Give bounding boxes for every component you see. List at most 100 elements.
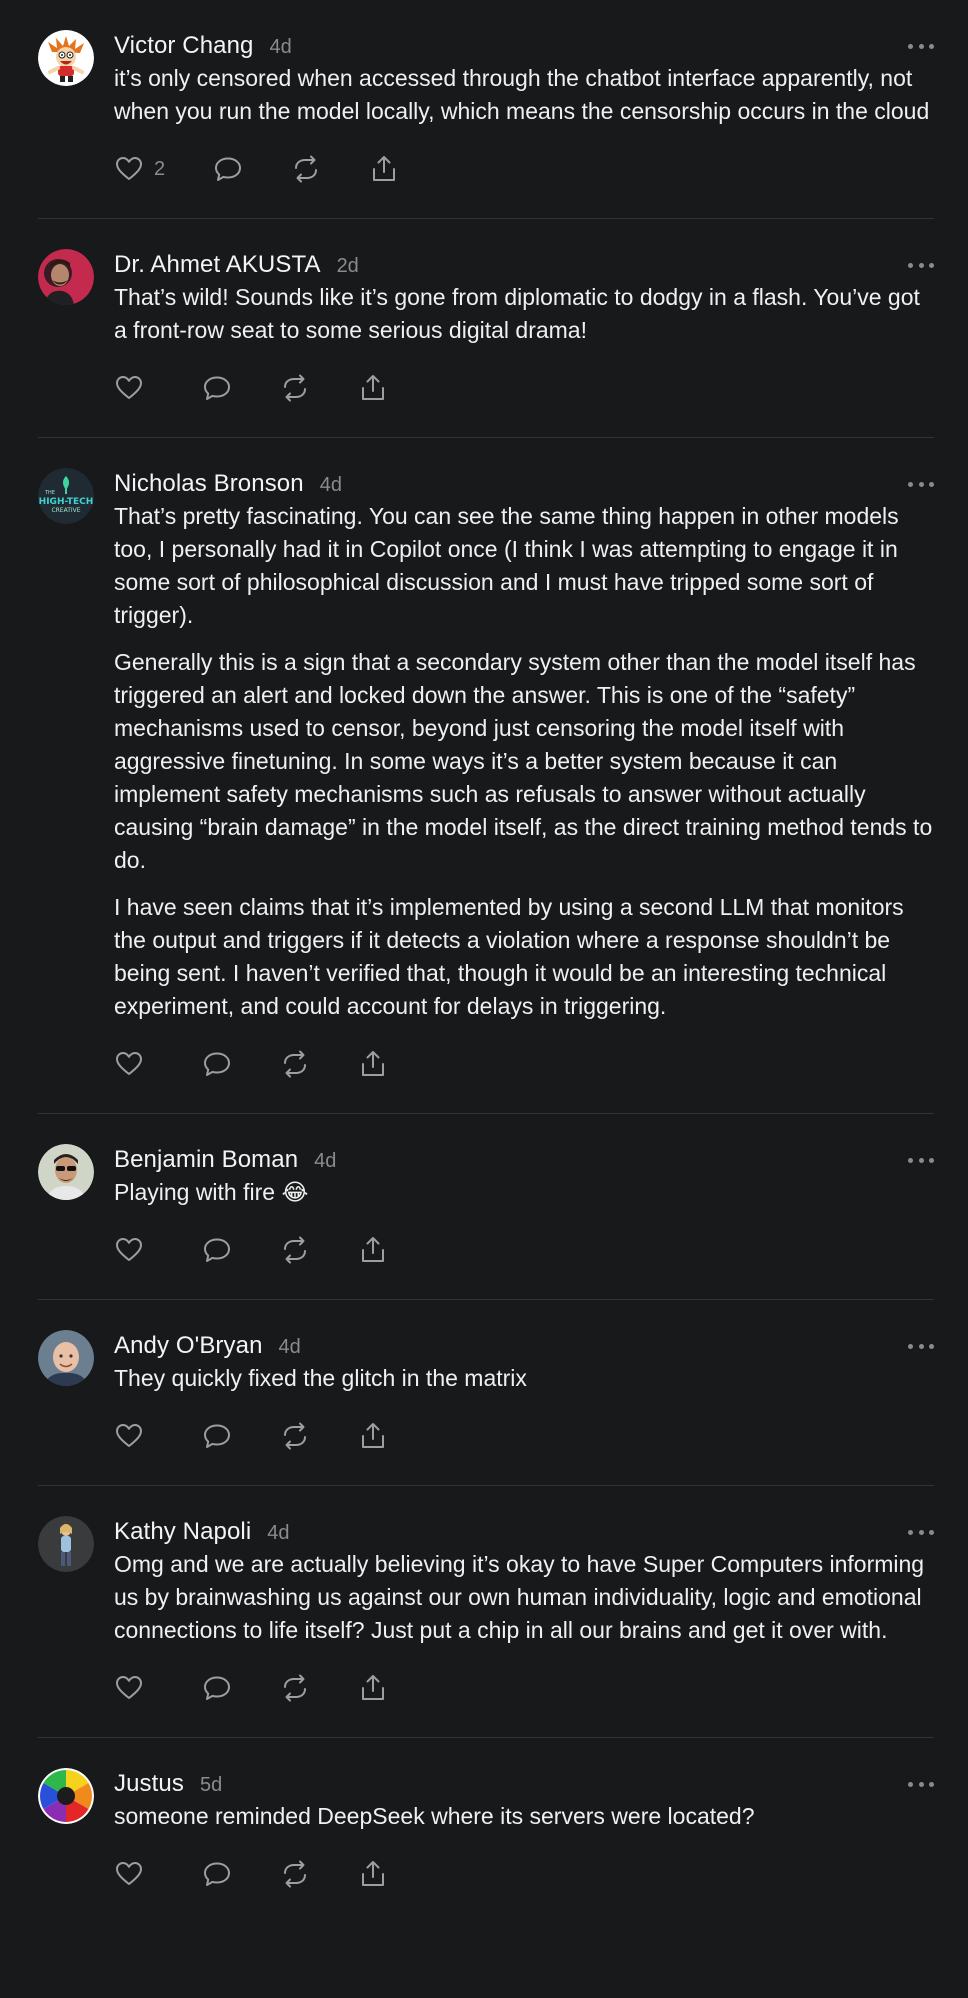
like-button[interactable] — [114, 1859, 154, 1889]
repost-icon — [284, 1050, 306, 1078]
heart-icon — [116, 1424, 142, 1447]
logo-text-line1: THE — [44, 490, 55, 496]
timestamp[interactable]: 4d — [270, 31, 292, 63]
avatar[interactable] — [38, 1768, 94, 1824]
share-button[interactable] — [358, 1049, 388, 1079]
like-button[interactable] — [114, 373, 154, 403]
like-button[interactable] — [114, 1235, 154, 1265]
cartoon-character-avatar-icon — [38, 30, 94, 86]
author-name[interactable]: Justus — [114, 1768, 184, 1800]
share-button[interactable] — [358, 1421, 388, 1451]
share-button[interactable] — [358, 373, 388, 403]
more-icon[interactable] — [908, 36, 934, 56]
repost-button[interactable] — [291, 154, 321, 184]
share-icon — [362, 375, 384, 400]
heart-icon — [116, 1238, 142, 1261]
more-icon[interactable] — [908, 1150, 934, 1170]
comment-icon — [215, 157, 242, 181]
share-icon — [362, 1051, 384, 1076]
comment-text: That’s pretty fascinating. You can see t… — [114, 500, 934, 1023]
share-button[interactable] — [358, 1859, 388, 1889]
person-photo-avatar-icon — [38, 1516, 94, 1572]
action-bar — [114, 1855, 934, 1893]
more-icon[interactable] — [908, 1774, 934, 1794]
author-name[interactable]: Dr. Ahmet AKUSTA — [114, 249, 321, 281]
person-photo-avatar-icon — [38, 249, 94, 305]
avatar[interactable] — [38, 1330, 94, 1386]
action-bar — [114, 1045, 934, 1083]
repost-button[interactable] — [280, 1235, 310, 1265]
reply-button[interactable] — [202, 1859, 232, 1889]
like-button[interactable] — [114, 1421, 154, 1451]
heart-icon — [116, 1862, 142, 1885]
author-name[interactable]: Nicholas Bronson — [114, 468, 304, 500]
like-count: 2 — [154, 157, 166, 180]
share-button[interactable] — [358, 1673, 388, 1703]
person-photo-avatar-icon — [38, 1330, 94, 1386]
timestamp[interactable]: 5d — [200, 1769, 222, 1801]
action-bar — [114, 1231, 934, 1269]
comment-icon — [204, 1676, 230, 1700]
comment-paragraph: it’s only censored when accessed through… — [114, 65, 930, 124]
more-icon[interactable] — [908, 255, 934, 275]
share-button[interactable] — [369, 154, 399, 184]
more-icon[interactable] — [908, 1336, 934, 1356]
comment-icon — [204, 1238, 230, 1262]
comment-paragraph: They quickly fixed the glitch in the mat… — [114, 1365, 527, 1391]
comment-icon — [204, 1862, 230, 1886]
more-icon[interactable] — [908, 1522, 934, 1542]
comment-text: it’s only censored when accessed through… — [114, 62, 934, 128]
like-button[interactable] — [114, 1049, 154, 1079]
comment-feed: Victor Chang 4d it’s only censored when … — [0, 0, 968, 1893]
reply-button[interactable] — [202, 1235, 232, 1265]
repost-button[interactable] — [280, 1673, 310, 1703]
comment-item: Justus 5d someone reminded DeepSeek wher… — [38, 1738, 934, 1893]
author-name[interactable]: Kathy Napoli — [114, 1516, 251, 1548]
repost-icon — [284, 1422, 306, 1450]
author-name[interactable]: Victor Chang — [114, 30, 254, 62]
comment-paragraph: That’s pretty fascinating. You can see t… — [114, 503, 899, 628]
share-icon — [362, 1237, 384, 1262]
timestamp[interactable]: 4d — [314, 1145, 336, 1177]
action-bar — [114, 1417, 934, 1455]
reply-button[interactable] — [202, 1673, 232, 1703]
logo-text-line2: HIGH-TECH — [39, 497, 94, 507]
repost-icon — [284, 1236, 306, 1264]
like-button[interactable] — [114, 1673, 154, 1703]
more-icon[interactable] — [908, 474, 934, 494]
comment-item: Victor Chang 4d it’s only censored when … — [38, 0, 934, 219]
reply-button[interactable] — [202, 373, 232, 403]
like-button[interactable]: 2 — [114, 154, 165, 184]
comment-text: someone reminded DeepSeek where its serv… — [114, 1800, 934, 1833]
comment-item: Kathy Napoli 4d Omg and we are actually … — [38, 1486, 934, 1738]
avatar[interactable]: THE HIGH-TECH CREATIVE — [38, 468, 94, 524]
action-bar — [114, 1669, 934, 1707]
share-icon — [373, 156, 396, 181]
reply-button[interactable] — [202, 1049, 232, 1079]
repost-button[interactable] — [280, 373, 310, 403]
heart-icon — [116, 376, 142, 399]
avatar[interactable] — [38, 1516, 94, 1572]
share-button[interactable] — [358, 1235, 388, 1265]
avatar[interactable] — [38, 30, 94, 86]
timestamp[interactable]: 4d — [279, 1331, 301, 1363]
comment-text: They quickly fixed the glitch in the mat… — [114, 1362, 934, 1395]
timestamp[interactable]: 4d — [320, 469, 342, 501]
comment-item: Benjamin Boman 4d Playing with fire 😂 — [38, 1114, 934, 1300]
comment-paragraph: I have seen claims that it’s implemented… — [114, 894, 904, 1019]
share-icon — [362, 1675, 384, 1700]
logo-avatar-icon: THE HIGH-TECH CREATIVE — [38, 468, 94, 524]
repost-button[interactable] — [280, 1421, 310, 1451]
timestamp[interactable]: 4d — [267, 1517, 289, 1549]
avatar[interactable] — [38, 1144, 94, 1200]
reply-button[interactable] — [202, 1421, 232, 1451]
avatar[interactable] — [38, 249, 94, 305]
repost-button[interactable] — [280, 1049, 310, 1079]
author-name[interactable]: Benjamin Boman — [114, 1144, 298, 1176]
reply-button[interactable] — [213, 154, 243, 184]
timestamp[interactable]: 2d — [337, 250, 359, 282]
author-name[interactable]: Andy O'Bryan — [114, 1330, 263, 1362]
comment-item: Dr. Ahmet AKUSTA 2d That’s wild! Sounds … — [38, 219, 934, 438]
comment-paragraph: Omg and we are actually believing it’s o… — [114, 1551, 925, 1643]
repost-button[interactable] — [280, 1859, 310, 1889]
